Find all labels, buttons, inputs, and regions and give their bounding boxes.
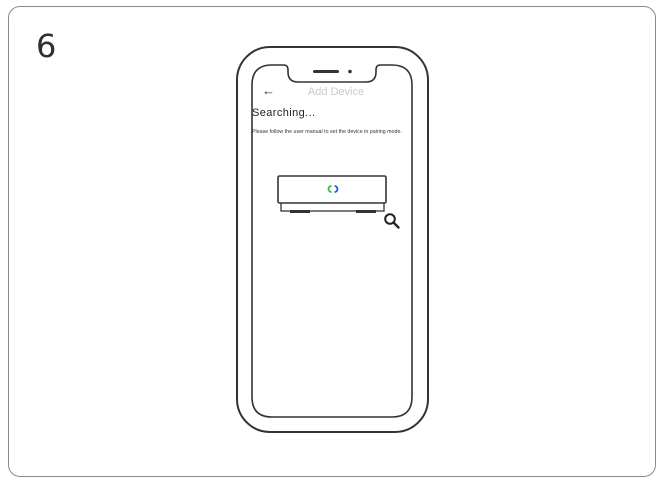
speaker-grille: [313, 70, 339, 73]
screen-title: Add Device: [307, 86, 365, 98]
pairing-instruction: Please follow the user manual to set the…: [252, 129, 402, 135]
phone-illustration: [236, 46, 429, 433]
front-camera: [348, 69, 352, 74]
searching-status: Searching...: [252, 107, 316, 119]
back-arrow-icon[interactable]: ←: [262, 84, 275, 97]
hub-device-icon: [277, 175, 387, 213]
